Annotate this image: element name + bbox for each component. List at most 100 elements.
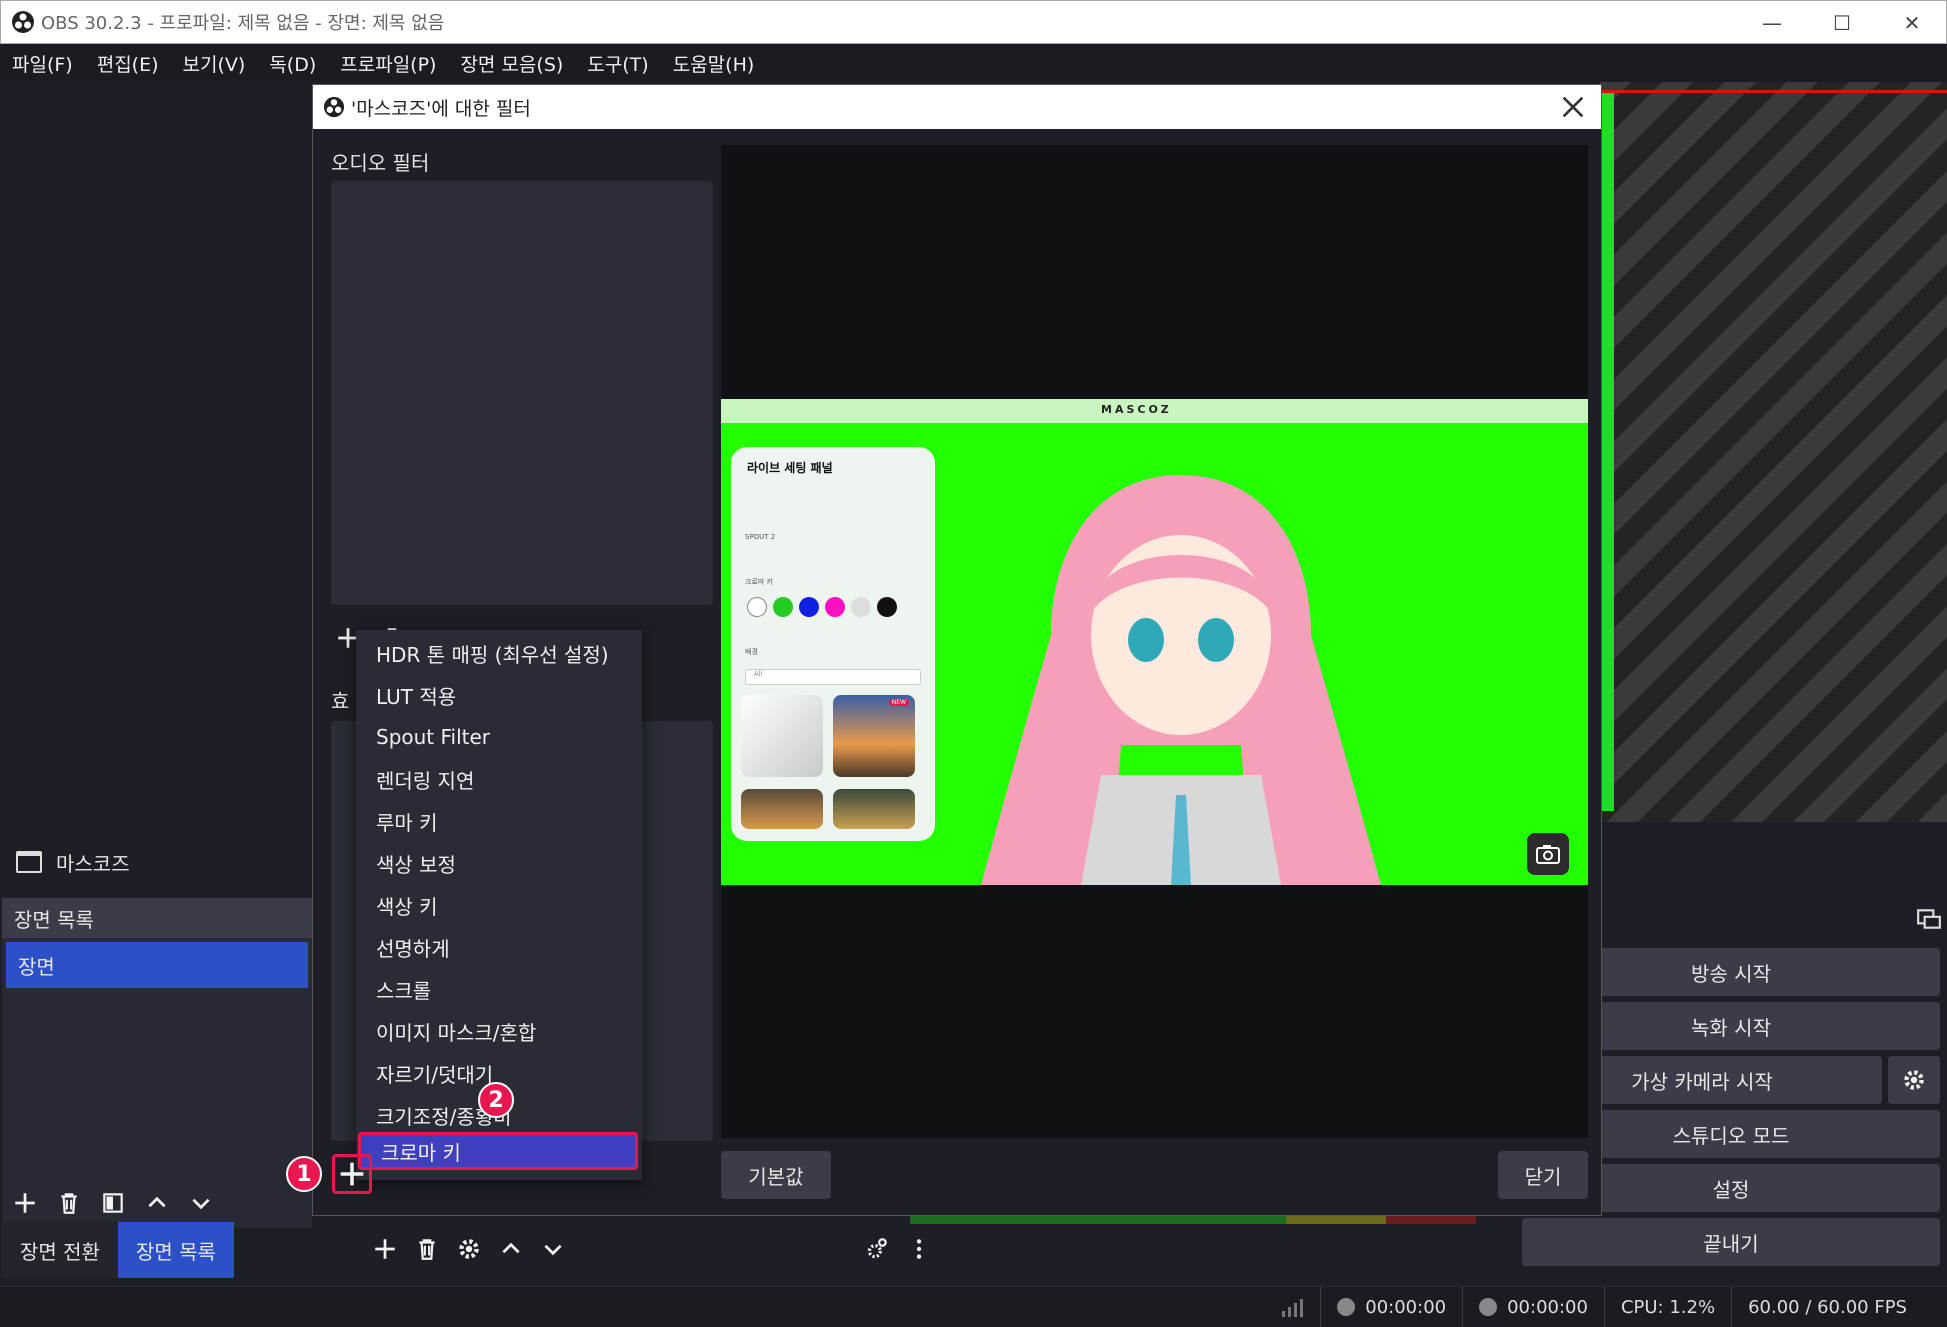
menu-view[interactable]: 보기(V) bbox=[171, 50, 258, 77]
source-name: 마스코즈 bbox=[56, 851, 130, 876]
camera-icon bbox=[1536, 845, 1560, 864]
minimize-icon: — bbox=[1762, 11, 1782, 35]
filter-option-color-key[interactable]: 색상 키 bbox=[356, 886, 642, 924]
preview-green-edge bbox=[1600, 93, 1614, 811]
plus-icon bbox=[15, 1193, 35, 1213]
window-source-icon bbox=[16, 851, 42, 873]
dock-undock-icon[interactable] bbox=[1916, 906, 1942, 932]
window-titlebar: OBS 30.2.3 - 프로파일: 제목 없음 - 장면: 제목 없음 — ☐… bbox=[0, 0, 1947, 44]
add-source-button[interactable] bbox=[368, 1232, 402, 1266]
main-preview-right[interactable] bbox=[1600, 82, 1947, 822]
window-title: OBS 30.2.3 - 프로파일: 제목 없음 - 장면: 제목 없음 bbox=[41, 13, 445, 34]
signal-bars-icon bbox=[1282, 1299, 1304, 1317]
filter-option-lut[interactable]: LUT 적용 bbox=[356, 676, 642, 714]
filter-option-color-correction[interactable]: 색상 보정 bbox=[356, 844, 642, 882]
dialog-close-icon[interactable] bbox=[1557, 91, 1589, 123]
plus-icon bbox=[340, 1162, 364, 1186]
mixer-toolbar bbox=[860, 1232, 936, 1266]
bg-label: 배경 bbox=[745, 648, 758, 656]
scenes-toolbar bbox=[8, 1186, 218, 1220]
scene-filters-button[interactable] bbox=[96, 1186, 130, 1220]
record-time: 00:00:00 bbox=[1507, 1296, 1588, 1318]
kebab-menu-icon bbox=[916, 1239, 922, 1259]
stream-indicator-icon bbox=[1337, 1298, 1356, 1316]
dock-tabs: 장면 전환 장면 목록 bbox=[2, 1222, 362, 1278]
filter-option-chroma-key[interactable]: 크로마 키 bbox=[358, 1132, 638, 1170]
filter-option-sharpen[interactable]: 선명하게 bbox=[356, 928, 642, 966]
tab-scene-transitions[interactable]: 장면 전환 bbox=[2, 1222, 118, 1278]
menu-edit[interactable]: 편집(E) bbox=[85, 50, 171, 77]
add-effect-filter-button[interactable] bbox=[332, 1154, 372, 1194]
chevron-up-icon bbox=[148, 1196, 166, 1208]
chevron-down-icon bbox=[544, 1244, 562, 1256]
swatch-blue bbox=[799, 597, 819, 617]
scene-item[interactable]: 장면 bbox=[6, 942, 308, 988]
move-source-up-button[interactable] bbox=[494, 1232, 528, 1266]
scenes-dock: 장면 목록 장면 bbox=[2, 898, 312, 1228]
chroma-label: 크로마 키 bbox=[745, 578, 773, 586]
reset-defaults-button[interactable]: 기본값 bbox=[721, 1151, 831, 1199]
gear-icon bbox=[459, 1239, 479, 1259]
stream-time: 00:00:00 bbox=[1365, 1296, 1447, 1318]
minimize-button[interactable]: — bbox=[1737, 1, 1807, 45]
exit-button[interactable]: 끝내기 bbox=[1522, 1218, 1940, 1266]
filter-option-luma-key[interactable]: 루마 키 bbox=[356, 802, 642, 840]
chevron-down-icon bbox=[192, 1198, 210, 1210]
preview-selection-border bbox=[1600, 90, 1947, 93]
mixer-menu-button[interactable] bbox=[902, 1232, 936, 1266]
annotation-step-1: 1 bbox=[286, 1156, 322, 1192]
panel-title: 라이브 세팅 패널 bbox=[747, 461, 833, 475]
menu-bar: 파일(F) 편집(E) 보기(V) 독(D) 프로파일(P) 장면 모음(S) … bbox=[0, 44, 1947, 82]
scenes-dock-header: 장면 목록 bbox=[2, 898, 312, 938]
filter-option-spout[interactable]: Spout Filter bbox=[356, 718, 642, 756]
filter-option-render-delay[interactable]: 렌더링 지연 bbox=[356, 760, 642, 798]
source-capture: MASCOZ 라이브 세팅 패널 SPOUT 2 크로마 키 배경 All NE… bbox=[721, 399, 1588, 885]
menu-profile[interactable]: 프로파일(P) bbox=[328, 50, 448, 77]
remove-source-button[interactable] bbox=[410, 1232, 444, 1266]
annotation-step-2: 2 bbox=[478, 1082, 514, 1118]
menu-file[interactable]: 파일(F) bbox=[0, 50, 85, 77]
audio-filters-label: 오디오 필터 bbox=[331, 151, 430, 175]
menu-scene-collection[interactable]: 장면 모음(S) bbox=[448, 50, 575, 77]
capture-app-bar: MASCOZ bbox=[721, 399, 1588, 423]
filter-option-hdr-tonemap[interactable]: HDR 톤 매핑 (최우선 설정) bbox=[356, 634, 642, 672]
close-icon: ✕ bbox=[1903, 11, 1921, 35]
record-status: 00:00:00 bbox=[1462, 1287, 1604, 1327]
advanced-audio-button[interactable] bbox=[860, 1232, 894, 1266]
tab-scenes[interactable]: 장면 목록 bbox=[117, 1222, 234, 1278]
virtual-camera-settings-button[interactable] bbox=[1888, 1056, 1940, 1104]
audio-filters-list[interactable] bbox=[331, 181, 713, 605]
dialog-titlebar: '마스코즈'에 대한 필터 bbox=[313, 85, 1601, 129]
remove-scene-button[interactable] bbox=[52, 1186, 86, 1220]
source-properties-button[interactable] bbox=[452, 1232, 486, 1266]
spout-label: SPOUT 2 bbox=[745, 533, 776, 541]
swatch-pink bbox=[825, 597, 845, 617]
filter-icon bbox=[103, 1193, 123, 1213]
menu-tools[interactable]: 도구(T) bbox=[575, 50, 660, 77]
network-status bbox=[1264, 1287, 1320, 1327]
close-window-button[interactable]: ✕ bbox=[1877, 1, 1947, 45]
stream-status: 00:00:00 bbox=[1320, 1287, 1462, 1327]
screenshot-button[interactable] bbox=[1527, 833, 1569, 875]
swatch-eyedropper bbox=[877, 597, 897, 617]
gears-icon bbox=[867, 1238, 887, 1259]
filter-option-scroll[interactable]: 스크롤 bbox=[356, 970, 642, 1008]
menu-help[interactable]: 도움말(H) bbox=[661, 50, 767, 77]
move-scene-down-button[interactable] bbox=[184, 1186, 218, 1220]
maximize-button[interactable]: ☐ bbox=[1807, 1, 1877, 45]
close-dialog-button[interactable]: 닫기 bbox=[1498, 1151, 1588, 1199]
move-source-down-button[interactable] bbox=[536, 1232, 570, 1266]
sources-toolbar bbox=[368, 1232, 570, 1266]
swatch-green bbox=[773, 597, 793, 617]
add-scene-button[interactable] bbox=[8, 1186, 42, 1220]
filter-option-image-mask[interactable]: 이미지 마스크/혼합 bbox=[356, 1012, 642, 1050]
plus-icon bbox=[375, 1239, 395, 1259]
move-scene-up-button[interactable] bbox=[140, 1186, 174, 1220]
menu-docks[interactable]: 독(D) bbox=[257, 50, 328, 77]
trash-icon bbox=[419, 1239, 435, 1260]
gear-icon bbox=[1904, 1070, 1924, 1090]
source-toolbar: 마스코즈 bbox=[2, 834, 312, 890]
record-indicator-icon bbox=[1479, 1298, 1498, 1316]
bg-thumb-white bbox=[741, 695, 823, 777]
main-preview-left bbox=[2, 82, 312, 822]
